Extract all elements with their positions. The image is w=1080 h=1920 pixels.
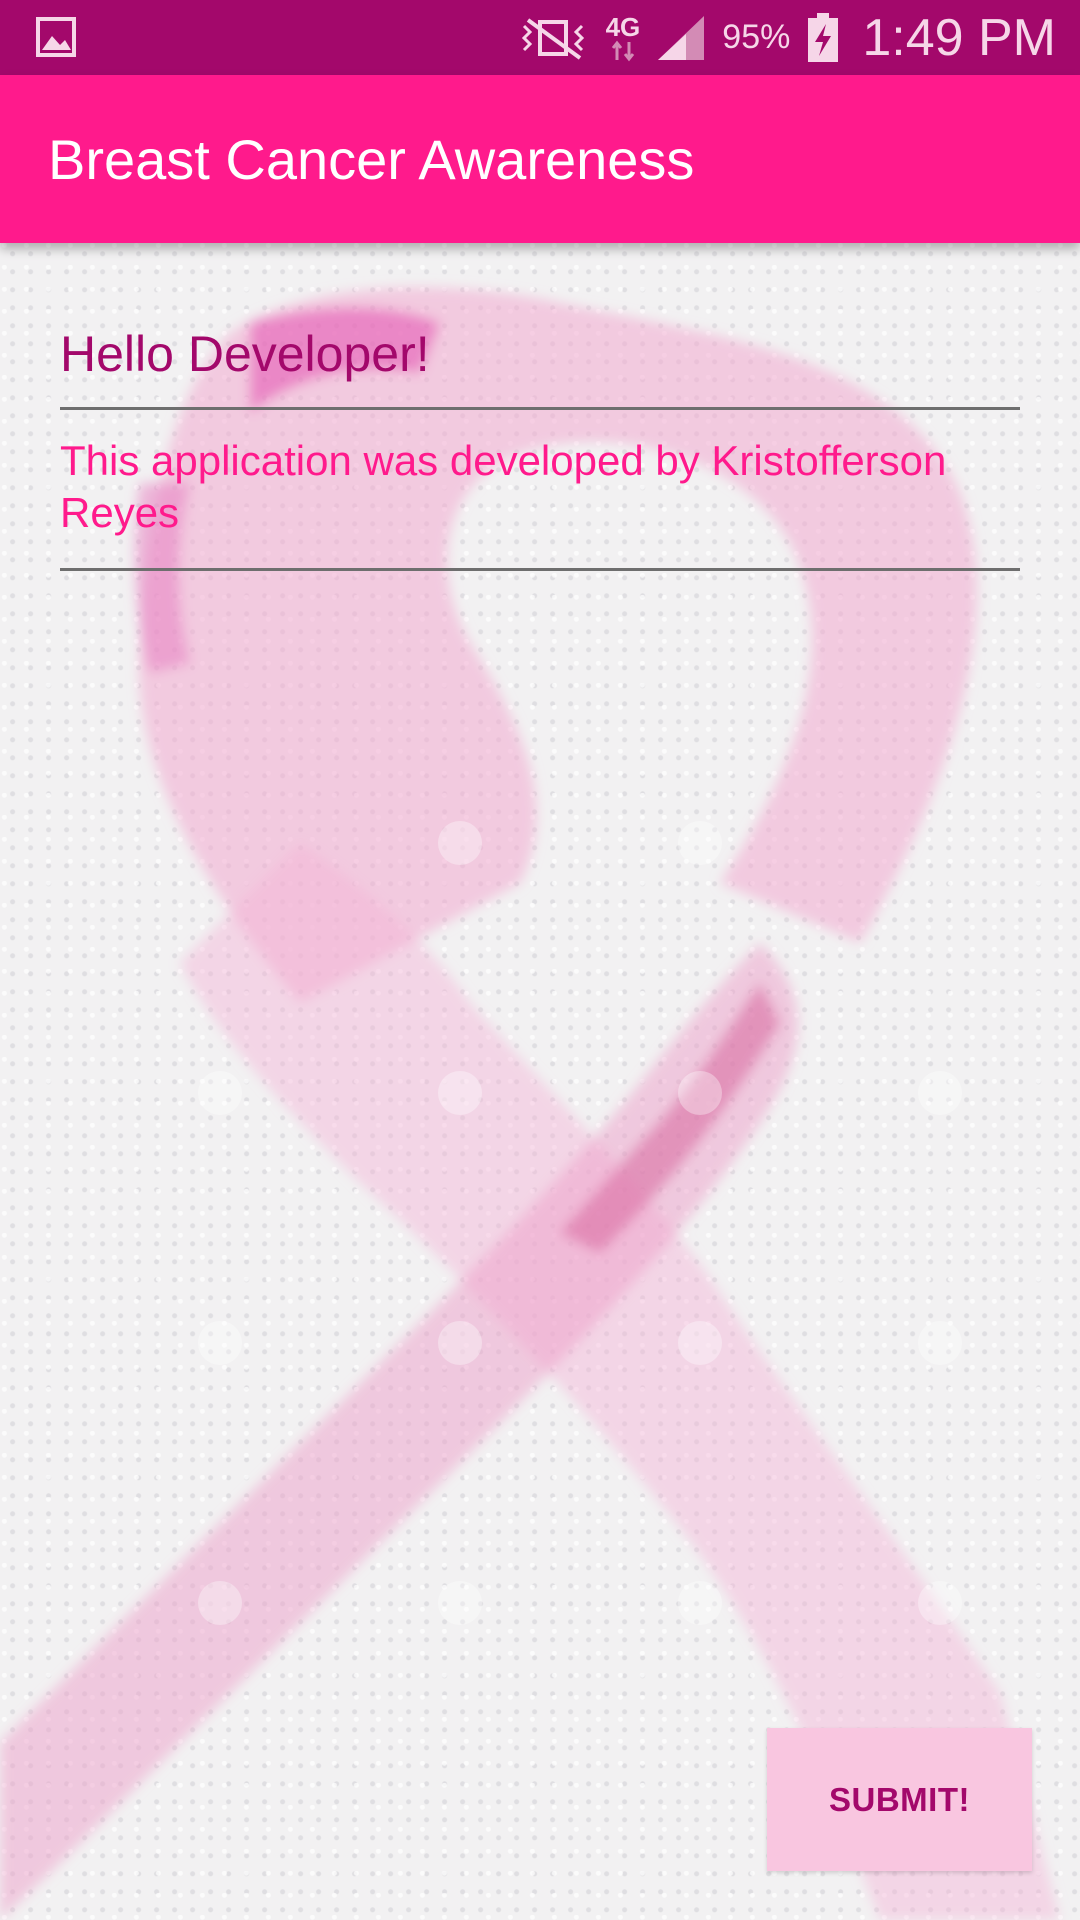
greeting-field[interactable]: Hello Developer! [60,315,1020,410]
clock: 1:49 PM [862,8,1056,67]
battery-charging-icon [806,12,840,64]
status-icons: 4G 95% 1:49 PM [518,0,1056,75]
app-bar: Breast Cancer Awareness [0,75,1080,243]
screen: 4G 95% 1:49 PM Breast Cancer Awareness H… [0,0,1080,1920]
content-area: Hello Developer! This application was de… [0,243,1080,1920]
image-icon [36,16,76,58]
status-bar: 4G 95% 1:49 PM [0,0,1080,75]
submit-button[interactable]: SUBMIT! [767,1728,1032,1871]
network-type-icon: 4G [605,11,641,62]
network-type-label: 4G [605,11,641,42]
greeting-text: Hello Developer! [60,326,430,382]
developer-credit-text: This application was developed by Kristo… [60,437,947,536]
signal-icon [656,14,706,62]
battery-percent: 95% [722,18,791,56]
developer-credit-field[interactable]: This application was developed by Kristo… [60,433,1020,571]
app-title: Breast Cancer Awareness [48,128,695,191]
vibrate-off-icon [518,16,590,60]
